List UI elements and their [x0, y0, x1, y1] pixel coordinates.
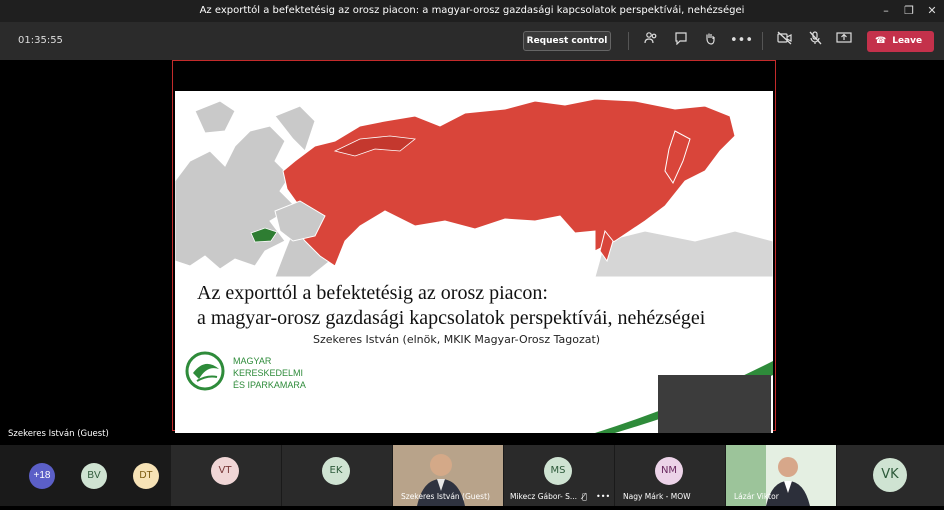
chamber-logo-text: MAGYAR KERESKEDELMI ÉS IPARKAMARA: [233, 355, 306, 391]
slide-title-line-1: Az exporttól a befektetésig az orosz pia…: [197, 282, 548, 304]
chat-icon[interactable]: [671, 31, 691, 51]
leave-label: Leave: [892, 36, 923, 46]
toolbar-divider: [762, 32, 763, 50]
request-control-button[interactable]: Request control: [523, 31, 611, 51]
more-options-icon[interactable]: •••: [596, 492, 610, 501]
participant-tile[interactable]: VT: [171, 445, 281, 506]
meeting-toolbar: 01:35:55 Request control ••• ☎ Leave: [0, 22, 944, 60]
chamber-logo-icon: [185, 351, 225, 391]
shared-content-stage: Az exporttól a befektetésig az orosz pia…: [0, 60, 944, 445]
minimize-icon[interactable]: –: [878, 3, 894, 19]
title-bar: Az exporttól a befektetésig az orosz pia…: [0, 0, 944, 22]
video-placeholder: [658, 375, 771, 433]
share-screen-icon[interactable]: [834, 31, 854, 51]
participant-avatar[interactable]: BV: [81, 463, 107, 489]
participant-avatar: NM: [655, 457, 683, 485]
phone-hangup-icon: ☎: [875, 36, 887, 46]
participants-icon[interactable]: [641, 31, 661, 51]
participant-avatar: MS: [544, 457, 572, 485]
logo-line: MAGYAR: [233, 356, 272, 366]
participant-avatar: VT: [211, 457, 239, 485]
restore-icon[interactable]: ❐: [901, 3, 917, 19]
participant-tile[interactable]: VK: [837, 445, 944, 506]
slide-subtitle: Szekeres István (elnök, MKIK Magyar-Oros…: [313, 333, 601, 346]
participant-name: Szekeres István (Guest): [401, 492, 490, 501]
russia-map: [175, 91, 773, 277]
participant-avatar[interactable]: DT: [133, 463, 159, 489]
logo-line: KERESKEDELMI: [233, 368, 304, 378]
mic-off-icon: 🎙̸: [582, 492, 587, 501]
participant-name: Mikecz Gábor- S...: [510, 492, 578, 501]
logo-line: ÉS IPARKAMARA: [233, 380, 306, 390]
window-title: Az exporttól a befektetésig az orosz pia…: [199, 5, 745, 16]
close-icon[interactable]: ✕: [924, 3, 940, 19]
more-options-icon[interactable]: •••: [730, 31, 753, 51]
raise-hand-icon[interactable]: [700, 31, 720, 51]
participant-tile[interactable]: MS Mikecz Gábor- S... 🎙̸ •••: [504, 445, 614, 506]
participant-tile[interactable]: EK: [282, 445, 392, 506]
presentation-slide: Az exporttól a befektetésig az orosz pia…: [175, 91, 773, 433]
toolbar-divider: [628, 32, 629, 50]
participant-avatar: VK: [873, 458, 907, 492]
participant-name: Lázár Viktor: [734, 492, 779, 501]
participant-video-tile[interactable]: Szekeres István (Guest): [393, 445, 503, 506]
mic-off-icon[interactable]: [805, 31, 825, 51]
leave-button[interactable]: ☎ Leave: [867, 31, 934, 52]
participant-tile[interactable]: NM Nagy Márk - MOW: [615, 445, 725, 506]
chamber-logo: MAGYAR KERESKEDELMI ÉS IPARKAMARA: [185, 351, 325, 395]
participants-strip: +18 BV DT VT EK Szekeres István (Guest) …: [0, 445, 944, 506]
slide-title-line-2: a magyar-orosz gazdasági kapcsolatok per…: [197, 307, 706, 329]
overflow-participants-badge[interactable]: +18: [29, 463, 55, 489]
meeting-timer: 01:35:55: [18, 35, 63, 46]
participant-avatar: EK: [322, 457, 350, 485]
participant-name: Nagy Márk - MOW: [623, 492, 691, 501]
shared-slide-frame: Az exporttól a befektetésig az orosz pia…: [172, 60, 776, 433]
presenter-name: Szekeres István (Guest): [8, 429, 109, 439]
camera-off-icon[interactable]: [775, 31, 795, 51]
participant-video-tile[interactable]: Lázár Viktor: [726, 445, 836, 506]
